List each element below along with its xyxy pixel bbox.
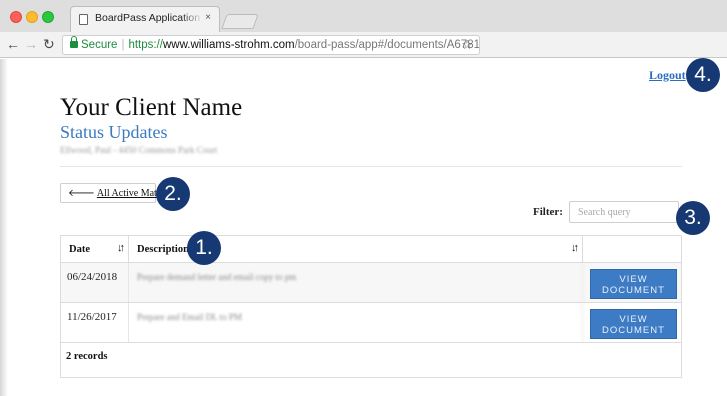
row-description: Prepare and Email DL to PM [129, 303, 583, 342]
header-divider [60, 166, 682, 167]
new-tab-button[interactable] [221, 14, 259, 29]
record-count: 2 records [66, 351, 108, 362]
view-document-button[interactable]: VIEW DOCUMENT [590, 269, 677, 299]
window-edge-shadow [0, 59, 8, 396]
column-label: Date [69, 244, 90, 255]
page-title: Your Client Name [60, 94, 243, 121]
page-subtitle: Status Updates [60, 122, 168, 142]
close-window-button[interactable] [10, 11, 22, 23]
url-bar[interactable]: Secure | https://www.williams-strohm.com/b… [62, 35, 480, 55]
sort-icon[interactable]: ↓↑ [117, 242, 125, 254]
page-content: Logout Your Client Name Status Updates E… [0, 58, 727, 396]
star-icon[interactable]: ☆ [461, 36, 473, 54]
back-arrow-icon: 🡐 [68, 188, 95, 199]
table-row: 11/26/2017 Prepare and Email DL to PM VI… [61, 303, 681, 343]
maximize-window-button[interactable] [42, 11, 54, 23]
row-description: Prepare demand letter and email copy to … [129, 263, 583, 302]
lock-icon [70, 36, 78, 48]
reload-icon[interactable]: ↻ [43, 36, 55, 52]
row-action-cell: VIEW DOCUMENT [583, 303, 681, 342]
callout-marker-2: 2. [156, 177, 190, 211]
url-scheme: https:// [128, 39, 163, 51]
column-header-action [583, 236, 681, 262]
forward-arrow-icon[interactable]: → [24, 36, 38, 52]
table-row: 06/24/2018 Prepare demand letter and ema… [61, 263, 681, 303]
sort-icon[interactable]: ↓↑ [571, 242, 579, 254]
document-icon [79, 14, 88, 25]
callout-marker-4: 4. [686, 58, 720, 92]
column-label: Description [137, 244, 189, 255]
table-header: Date ↓↑ Description ↓↑ [61, 236, 681, 263]
close-icon[interactable]: × [205, 12, 211, 23]
url-host: www.williams-strohm.com [162, 39, 295, 51]
row-date: 06/24/2018 [61, 263, 129, 302]
url-path: /board-pass/app#/documents/A6781A8... [294, 39, 480, 51]
view-document-button[interactable]: VIEW DOCUMENT [590, 309, 677, 339]
callout-marker-3: 3. [676, 201, 710, 235]
all-active-matters-button[interactable]: 🡐 All Active Matters [60, 183, 171, 203]
row-action-cell: VIEW DOCUMENT [583, 263, 681, 302]
browser-tab[interactable]: BoardPass Application | Willia × [70, 6, 220, 32]
documents-table: Date ↓↑ Description ↓↑ 06/24/2018 Prepar… [60, 235, 682, 378]
minimize-window-button[interactable] [26, 11, 38, 23]
row-date: 11/26/2017 [61, 303, 129, 342]
callout-marker-1: 1. [187, 231, 221, 265]
matter-description: Ellwood, Paul - 4450 Commons Park Court [60, 145, 218, 155]
tab-title: BoardPass Application | Willia [95, 12, 203, 24]
logout-link[interactable]: Logout [649, 68, 686, 83]
column-header-date[interactable]: Date ↓↑ [61, 236, 129, 262]
address-toolbar: ← → ↻ Secure | https://www.williams-strohm… [0, 32, 727, 58]
browser-tab-bar: BoardPass Application | Willia × [0, 0, 727, 32]
filter-label: Filter: [533, 206, 563, 218]
search-input[interactable] [569, 201, 679, 223]
url-separator: | [121, 39, 125, 51]
secure-label: Secure [81, 39, 118, 51]
back-arrow-icon[interactable]: ← [6, 36, 20, 52]
